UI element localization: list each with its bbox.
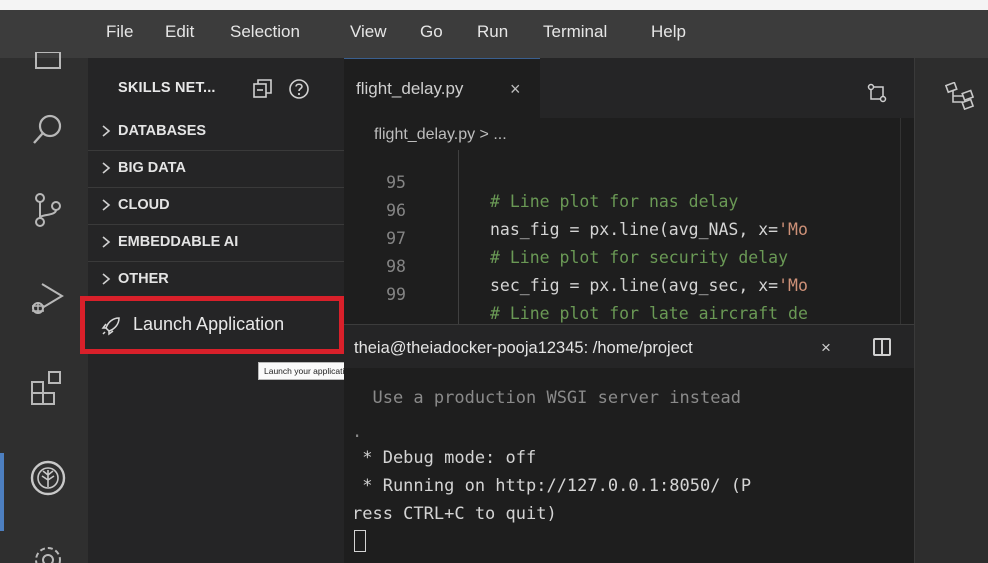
- sidebar-item-cloud[interactable]: CLOUD: [88, 188, 344, 225]
- sidebar-item-label: CLOUD: [118, 197, 170, 213]
- menu-view[interactable]: View: [350, 22, 387, 42]
- split-terminal-icon[interactable]: [873, 338, 891, 356]
- code-line: 98 sec_fig = px.line(avg_sec, x='Mo: [344, 238, 808, 295]
- right-panel: [914, 58, 988, 563]
- launch-application-label: Launch Application: [133, 314, 285, 334]
- code-string: 'Mo: [778, 220, 808, 239]
- terminal-line: ress CTRL+C to quit): [352, 504, 557, 524]
- menu-edit[interactable]: Edit: [165, 22, 194, 42]
- line-number: 99: [386, 285, 406, 304]
- code-comment: # Line plot for nas delay: [490, 192, 739, 211]
- chevron-right-icon: [102, 199, 111, 211]
- window-icon[interactable]: [28, 52, 68, 92]
- launch-application-button[interactable]: Launch Application: [80, 296, 344, 354]
- sidebar-item-databases[interactable]: DATABASES: [88, 114, 344, 151]
- terminal-cursor: [354, 530, 366, 552]
- code-line: 97 # Line plot for security delay: [344, 210, 788, 267]
- chevron-right-icon: [102, 125, 111, 137]
- terminal-close-icon[interactable]: ×: [821, 338, 831, 358]
- code-text: sec_fig = px.line(avg_sec, x=: [490, 276, 779, 295]
- settings-gear-icon[interactable]: [28, 538, 68, 563]
- source-control-icon[interactable]: [28, 190, 68, 230]
- sidebar-item-label: BIG DATA: [118, 160, 186, 176]
- code-text: nas_fig = px.line(avg_NAS, x=: [490, 220, 779, 239]
- sidebar-item-big-data[interactable]: BIG DATA: [88, 151, 344, 188]
- editor-tab-bar: flight_delay.py ×: [344, 58, 914, 118]
- terminal-output[interactable]: Use a production WSGI server instead . *…: [344, 368, 914, 563]
- indent-guide: [458, 150, 459, 324]
- skills-network-icon[interactable]: [28, 458, 68, 498]
- code-line: 99 # Line plot for late aircraft de: [344, 266, 808, 323]
- sidebar-title: SKILLS NET...: [118, 80, 216, 96]
- menu-file[interactable]: File: [106, 22, 133, 42]
- sidebar-item-label: DATABASES: [118, 123, 207, 139]
- active-indicator: [0, 453, 4, 531]
- terminal-line: * Debug mode: off: [352, 448, 537, 468]
- terminal-line: .: [352, 422, 363, 442]
- tab-close-icon[interactable]: ×: [510, 79, 521, 100]
- menubar: File Edit Selection View Go Run Terminal…: [0, 10, 988, 58]
- editor-minimap: [900, 118, 914, 324]
- menu-terminal[interactable]: Terminal: [543, 22, 607, 42]
- terminal-tab-bar: theia@theiadocker-pooja12345: /home/proj…: [344, 324, 914, 368]
- search-icon[interactable]: [28, 110, 68, 150]
- code-line: 95 # Line plot for nas delay: [344, 154, 738, 211]
- code-line: 96 nas_fig = px.line(avg_NAS, x='Mo: [344, 182, 808, 239]
- breadcrumb[interactable]: flight_delay.py > ...: [374, 126, 507, 144]
- terminal-line: * Running on http://127.0.0.1:8050/ (P: [352, 476, 752, 496]
- outline-hierarchy-icon[interactable]: [945, 82, 975, 110]
- menu-help[interactable]: Help: [651, 22, 686, 42]
- tab-label: flight_delay.py: [356, 79, 464, 98]
- menu-run[interactable]: Run: [477, 22, 508, 42]
- code-string: 'Mo: [778, 276, 808, 295]
- chevron-right-icon: [102, 236, 111, 248]
- chevron-right-icon: [102, 273, 111, 285]
- extensions-icon[interactable]: [28, 368, 68, 408]
- rocket-icon: [101, 317, 120, 336]
- menu-selection[interactable]: Selection: [230, 22, 300, 42]
- open-changes-icon[interactable]: [866, 82, 888, 104]
- chevron-right-icon: [102, 162, 111, 174]
- collapse-all-icon[interactable]: [252, 78, 274, 100]
- code-comment: # Line plot for security delay: [490, 248, 789, 267]
- tab-flight-delay[interactable]: flight_delay.py ×: [344, 58, 540, 118]
- menu-go[interactable]: Go: [420, 22, 443, 42]
- sidebar-item-label: EMBEDDABLE AI: [118, 234, 239, 250]
- sidebar-item-label: OTHER: [118, 271, 169, 287]
- terminal-title[interactable]: theia@theiadocker-pooja12345: /home/proj…: [354, 339, 693, 358]
- run-debug-icon[interactable]: [28, 278, 68, 318]
- sidebar-item-embeddable-ai[interactable]: EMBEDDABLE AI: [88, 225, 344, 262]
- activity-bar: [0, 52, 88, 563]
- code-editor[interactable]: flight_delay.py > ... 95 # Line plot for…: [344, 118, 914, 324]
- top-strip: [0, 0, 988, 10]
- code-comment: # Line plot for late aircraft de: [490, 304, 808, 323]
- terminal-line: Use a production WSGI server instead: [352, 388, 741, 408]
- sidebar-item-other[interactable]: OTHER: [88, 262, 344, 299]
- help-icon[interactable]: [288, 78, 310, 100]
